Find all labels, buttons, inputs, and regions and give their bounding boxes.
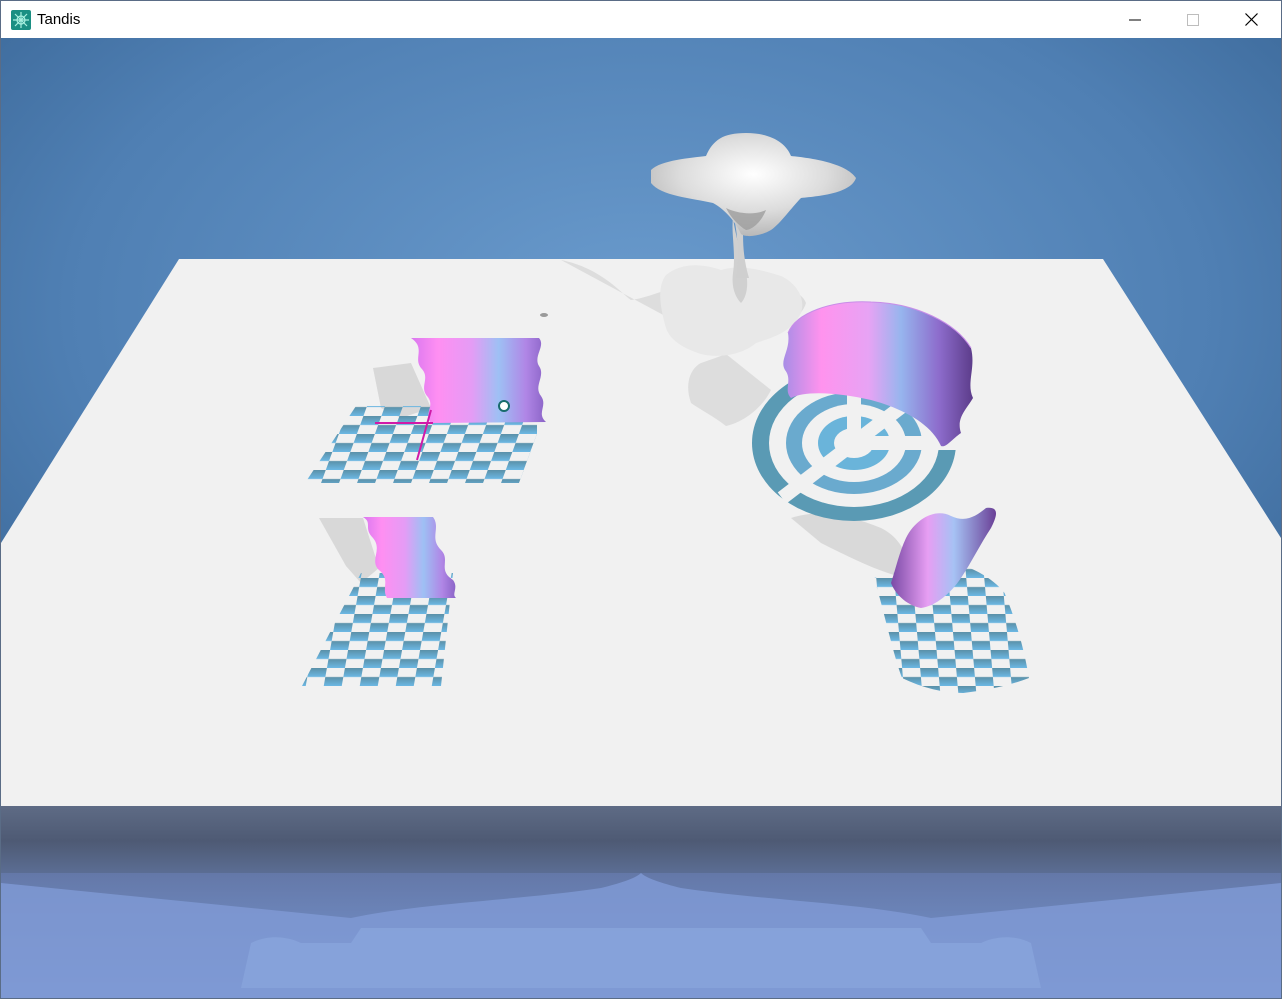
vase-reflection	[241, 928, 1041, 988]
maximize-icon	[1187, 13, 1199, 26]
minimize-icon	[1129, 19, 1141, 20]
tandis-logo-icon	[11, 10, 31, 30]
window-title: Tandis	[37, 11, 81, 28]
scene-canvas[interactable]	[1, 38, 1281, 998]
title-bar[interactable]: Tandis	[1, 1, 1281, 38]
horizon-band	[1, 806, 1281, 876]
3d-viewport[interactable]	[1, 38, 1281, 998]
maximize-button[interactable]	[1164, 1, 1222, 38]
floor-marker-dot	[540, 313, 548, 317]
close-icon	[1244, 13, 1258, 26]
app-window: Tandis	[0, 0, 1282, 999]
gizmo-handle[interactable]	[498, 400, 510, 412]
minimize-button[interactable]	[1106, 1, 1164, 38]
floor-plane[interactable]	[1, 259, 1281, 806]
close-button[interactable]	[1222, 1, 1280, 38]
